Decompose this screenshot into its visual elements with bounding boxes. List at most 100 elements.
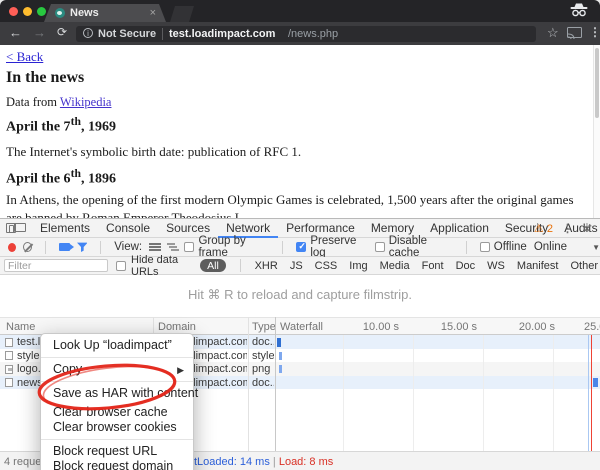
menu-item-block-domain[interactable]: Block request domain xyxy=(41,459,193,470)
back-button[interactable]: ← xyxy=(9,25,22,40)
clear-icon[interactable] xyxy=(23,242,32,252)
menu-item-block-url[interactable]: Block request URL xyxy=(41,444,193,459)
tab-console[interactable]: Console xyxy=(98,219,158,238)
minimize-window-button[interactable] xyxy=(23,7,32,16)
throttling-select[interactable]: Online xyxy=(534,241,567,253)
page-scrollbar[interactable] xyxy=(593,45,600,218)
hide-data-urls-checkbox[interactable] xyxy=(116,261,126,271)
back-link[interactable]: < Back xyxy=(6,49,43,65)
info-icon[interactable]: i xyxy=(83,28,93,38)
column-divider[interactable] xyxy=(275,317,276,451)
browser-toolbar: ← → ⟳ i Not Secure test.loadimpact.com /… xyxy=(0,22,600,45)
security-label: Not Secure xyxy=(98,28,156,40)
section-heading: April the 6th, 1896 xyxy=(6,167,116,188)
network-toolbar: View: Group by frame Preserve log Disabl… xyxy=(0,238,600,257)
menu-item-clear-cache[interactable]: Clear browser cache xyxy=(41,405,193,420)
tab-elements[interactable]: Elements xyxy=(32,219,98,238)
page-title: In the news xyxy=(6,69,84,87)
devtools-close-icon[interactable]: ✕ xyxy=(582,222,592,236)
filter-icon[interactable] xyxy=(77,242,88,253)
filter-pill-xhr[interactable]: XHR xyxy=(255,260,278,272)
new-tab-button[interactable] xyxy=(170,6,194,22)
close-window-button[interactable] xyxy=(9,7,18,16)
browser-window: News × ← → ⟳ i Not Secure test.loadimpac… xyxy=(0,0,600,470)
zoom-window-button[interactable] xyxy=(37,7,46,16)
address-bar[interactable]: i Not Secure test.loadimpact.com /news.p… xyxy=(76,26,536,42)
waterfall-bar xyxy=(593,378,598,387)
disable-cache-checkbox[interactable] xyxy=(375,242,385,252)
view-label: View: xyxy=(114,241,142,253)
load-event-marker xyxy=(591,335,592,451)
browser-tab-news[interactable]: News × xyxy=(44,4,166,22)
url-path: /news.php xyxy=(288,28,338,40)
column-type[interactable]: Type xyxy=(252,321,276,333)
hide-data-urls-label[interactable]: Hide data URLs xyxy=(131,254,192,278)
stylesheet-file-icon xyxy=(5,351,13,360)
waterfall-bar xyxy=(279,365,282,373)
menu-item-look-up[interactable]: Look Up “loadimpact” xyxy=(41,338,193,353)
page-content: < Back In the news Data from Wikipedia A… xyxy=(0,45,600,218)
preserve-log-checkbox[interactable] xyxy=(296,242,306,252)
filter-pill-ws[interactable]: WS xyxy=(487,260,505,272)
disable-cache-label[interactable]: Disable cache xyxy=(389,235,453,259)
devtools-menu-icon[interactable]: ⋮ xyxy=(562,222,573,235)
tab-title: News xyxy=(70,7,99,19)
document-file-icon xyxy=(5,338,13,347)
list-view-icon[interactable] xyxy=(149,242,160,252)
source-line: Data from Wikipedia xyxy=(6,95,111,110)
waterfall-bar xyxy=(279,352,282,360)
time-label: 10.00 s xyxy=(357,321,399,333)
filter-pill-js[interactable]: JS xyxy=(290,260,303,272)
group-by-frame-checkbox[interactable] xyxy=(184,242,194,252)
filter-pill-all[interactable]: All xyxy=(200,259,226,272)
wikipedia-link[interactable]: Wikipedia xyxy=(60,95,112,109)
devtools-tab-bar: Elements Console Sources Network Perform… xyxy=(0,219,600,238)
column-domain[interactable]: Domain xyxy=(158,321,196,333)
scrollbar-thumb[interactable] xyxy=(595,48,599,118)
context-menu: Look Up “loadimpact” Copy ▶ Save as HAR … xyxy=(40,333,194,470)
menu-item-copy[interactable]: Copy ▶ xyxy=(41,362,193,377)
cast-icon[interactable] xyxy=(567,27,582,39)
column-waterfall[interactable]: Waterfall xyxy=(280,321,323,333)
omnibox-divider xyxy=(162,28,163,40)
source-prefix: Data from xyxy=(6,95,60,109)
record-button-icon[interactable] xyxy=(8,243,16,252)
capture-screenshots-icon[interactable] xyxy=(59,243,70,251)
column-name[interactable]: Name xyxy=(6,321,35,333)
tab-bar: News × xyxy=(0,0,600,22)
bookmark-star-icon[interactable]: ☆ xyxy=(547,25,559,41)
domcontentloaded-marker xyxy=(588,335,589,451)
group-by-frame-label[interactable]: Group by frame xyxy=(198,235,269,259)
warning-badge[interactable]: ⚠ 2 xyxy=(534,222,553,235)
filmstrip-hint: Hit ⌘ R to reload and capture filmstrip. xyxy=(0,275,600,317)
network-filter-bar: Hide data URLs All XHR JS CSS Img Media … xyxy=(0,257,600,275)
document-file-icon xyxy=(5,378,13,387)
reload-button[interactable]: ⟳ xyxy=(57,25,67,39)
load-time: Load: 8 ms xyxy=(279,456,333,468)
tab-close-icon[interactable]: × xyxy=(150,7,156,19)
offline-label[interactable]: Offline xyxy=(494,241,527,253)
overview-view-icon[interactable] xyxy=(167,242,178,252)
forward-button[interactable]: → xyxy=(33,25,46,40)
preserve-log-label[interactable]: Preserve log xyxy=(310,235,367,259)
filter-pill-media[interactable]: Media xyxy=(380,260,410,272)
section-heading: April the 7th, 1969 xyxy=(6,115,116,136)
filter-input[interactable] xyxy=(4,259,108,272)
time-label: 25.0 xyxy=(584,321,600,333)
column-divider[interactable] xyxy=(248,317,249,451)
chevron-down-icon[interactable]: ▼ xyxy=(592,243,600,252)
filter-pill-doc[interactable]: Doc xyxy=(456,260,476,272)
filter-pill-other[interactable]: Other xyxy=(570,260,598,272)
filter-pill-manifest[interactable]: Manifest xyxy=(517,260,559,272)
offline-checkbox[interactable] xyxy=(480,242,490,252)
menu-item-save-as-har[interactable]: Save as HAR with content xyxy=(41,386,193,401)
filter-pill-img[interactable]: Img xyxy=(349,260,367,272)
time-label: 15.00 s xyxy=(435,321,477,333)
menu-item-clear-cookies[interactable]: Clear browser cookies xyxy=(41,420,193,435)
incognito-icon xyxy=(568,2,590,18)
chrome-menu-icon[interactable]: ⋮ xyxy=(589,25,600,39)
url-host: test.loadimpact.com xyxy=(169,28,275,40)
tab-favicon-icon xyxy=(55,8,65,18)
filter-pill-css[interactable]: CSS xyxy=(315,260,338,272)
filter-pill-font[interactable]: Font xyxy=(422,260,444,272)
